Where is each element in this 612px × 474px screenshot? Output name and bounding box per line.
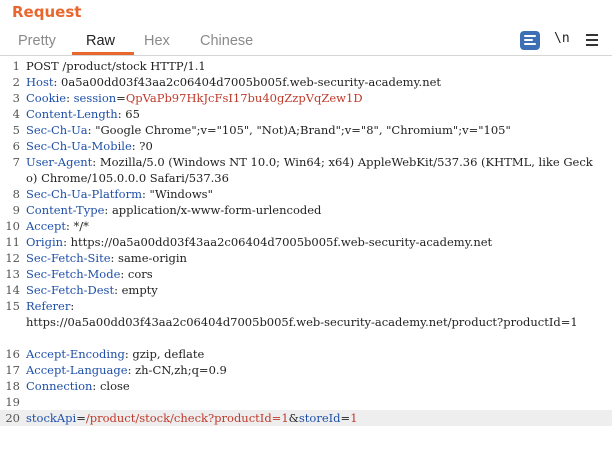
hamburger-menu-icon[interactable] xyxy=(586,34,598,46)
header-row-host: 2 Host: 0a5a00dd03f43aa2c06404d7005b005f… xyxy=(12,75,442,89)
header-row-content-length: 4 Content-Length: 65 xyxy=(12,107,140,121)
cookie-name: session xyxy=(73,91,117,105)
tab-raw[interactable]: Raw xyxy=(86,33,115,49)
tab-hex[interactable]: Hex xyxy=(144,33,170,49)
header-value: https://0a5a00dd03f43aa2c06404d7005b005f… xyxy=(26,315,578,329)
panel-title: Request xyxy=(12,3,82,21)
header-name: Accept-Encoding xyxy=(26,347,125,361)
header-value: cors xyxy=(127,267,153,281)
word-wrap-icon[interactable] xyxy=(520,31,540,50)
header-name: Cookie xyxy=(26,91,67,105)
header-value: Mozilla/5.0 (Windows NT 10.0; Win64; x64… xyxy=(26,155,593,185)
header-row-sec-fetch-mode: 13 Sec-Fetch-Mode: cors xyxy=(5,267,153,281)
header-name: Host xyxy=(26,75,54,89)
body-param-value: 1 xyxy=(350,411,358,425)
header-value: empty xyxy=(121,283,158,297)
header-name: User-Agent xyxy=(26,155,93,169)
body-param-name: stockApi xyxy=(26,411,77,425)
header-value: "Windows" xyxy=(149,187,213,201)
header-row-accept-language: 17 Accept-Language: zh-CN,zh;q=0.9 xyxy=(5,363,227,377)
body-param-value: /product/stock/check?productId=1 xyxy=(85,411,289,425)
header-value: */* xyxy=(73,219,89,233)
header-name: Sec-Ch-Ua xyxy=(26,123,88,137)
header-name: Origin xyxy=(26,235,64,249)
header-row-content-type: 9 Content-Type: application/x-www-form-u… xyxy=(12,203,322,217)
tab-pretty[interactable]: Pretty xyxy=(18,33,56,49)
header-name: Accept xyxy=(26,219,66,233)
header-row-sec-ch-ua-mobile: 6 Sec-Ch-Ua-Mobile: ?0 xyxy=(12,139,153,153)
header-name: Sec-Ch-Ua-Platform xyxy=(26,187,143,201)
header-name: Referer xyxy=(26,299,71,313)
header-name: Sec-Fetch-Site xyxy=(26,251,111,265)
body-param-name: storeId xyxy=(298,411,341,425)
tab-chinese[interactable]: Chinese xyxy=(200,33,253,49)
header-name: Sec-Fetch-Mode xyxy=(26,267,121,281)
header-row-origin: 11 Origin: https://0a5a00dd03f43aa2c0640… xyxy=(5,235,493,249)
header-value: "Google Chrome";v="105", "Not)A;Brand";v… xyxy=(95,123,511,137)
header-name: Sec-Ch-Ua-Mobile xyxy=(26,139,132,153)
show-newlines-button[interactable]: \n xyxy=(554,31,570,46)
blank-line: 19 xyxy=(5,395,20,409)
header-name: Content-Length xyxy=(26,107,118,121)
active-tab-indicator xyxy=(72,52,134,55)
request-body-line: 20 stockApi=/product/stock/check?product… xyxy=(0,410,612,426)
header-name: Connection xyxy=(26,379,93,393)
header-value: https://0a5a00dd03f43aa2c06404d7005b005f… xyxy=(70,235,493,249)
header-value: ?0 xyxy=(139,139,153,153)
header-name: Accept-Language xyxy=(26,363,128,377)
header-name: Sec-Fetch-Dest xyxy=(26,283,115,297)
header-row-user-agent: 7 User-Agent: Mozilla/5.0 (Windows NT 10… xyxy=(12,155,593,185)
header-row-sec-fetch-site: 12 Sec-Fetch-Site: same-origin xyxy=(5,251,187,265)
header-row-connection: 18 Connection: close xyxy=(5,379,130,393)
header-value: 65 xyxy=(125,107,140,121)
header-value: 0a5a00dd03f43aa2c06404d7005b005f.web-sec… xyxy=(61,75,442,89)
header-row-referer: 15 Referer: https://0a5a00dd03f43aa2c0640… xyxy=(5,299,578,329)
header-row-sec-fetch-dest: 14 Sec-Fetch-Dest: empty xyxy=(5,283,158,297)
header-row-sec-ch-ua: 5 Sec-Ch-Ua: "Google Chrome";v="105", "N… xyxy=(12,123,511,137)
header-value: gzip, deflate xyxy=(132,347,205,361)
header-value: same-origin xyxy=(118,251,187,265)
header-row-sec-ch-ua-platform: 8 Sec-Ch-Ua-Platform: "Windows" xyxy=(12,187,213,201)
header-row-cookie: 3 Cookie: session=QpVaPb97HkJcFsI17bu40g… xyxy=(12,91,363,105)
header-name: Content-Type xyxy=(26,203,105,217)
header-value: application/x-www-form-urlencoded xyxy=(111,203,322,217)
raw-request-editor[interactable]: 1 POST /product/stock HTTP/1.1 2 Host: 0… xyxy=(0,58,612,426)
header-value: zh-CN,zh;q=0.9 xyxy=(135,363,227,377)
request-line: 1 POST /product/stock HTTP/1.1 xyxy=(12,59,206,73)
header-row-accept: 10 Accept: */* xyxy=(5,219,89,233)
request-line-text: POST /product/stock HTTP/1.1 xyxy=(26,59,206,73)
header-row-accept-encoding: 16 Accept-Encoding: gzip, deflate xyxy=(5,347,205,361)
cookie-value: QpVaPb97HkJcFsI17bu40gZzpVqZew1D xyxy=(125,91,363,105)
header-value: close xyxy=(99,379,130,393)
